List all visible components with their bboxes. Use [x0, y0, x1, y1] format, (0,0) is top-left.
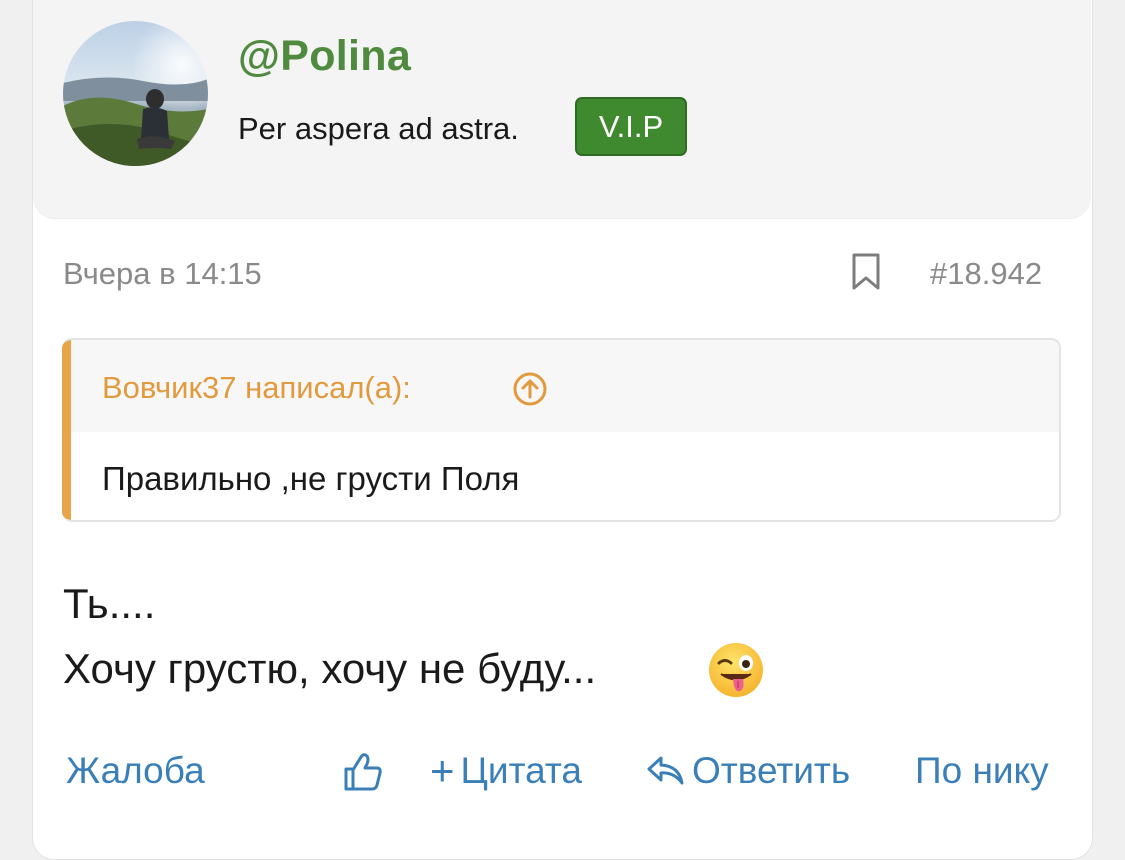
like-button[interactable] [342, 751, 384, 793]
post-timestamp[interactable]: Вчера в 14:15 [63, 256, 262, 292]
quote-block: Вовчик37 написал(а): Правильно ,не груст… [62, 338, 1061, 522]
message-line-2: Хочу грустю, хочу не буду... [63, 645, 597, 692]
report-link[interactable]: Жалоба [66, 750, 205, 792]
message-line-1: Ть.... [63, 580, 156, 627]
user-title: Per aspera ad astra. [238, 111, 519, 146]
avatar[interactable] [63, 21, 208, 166]
plus-icon: + [430, 747, 455, 794]
by-nick-button[interactable]: По нику [915, 750, 1049, 792]
reply-button-label: Ответить [692, 750, 851, 791]
username[interactable]: @Polina [238, 32, 411, 81]
post-number[interactable]: #18.942 [930, 256, 1042, 292]
avatar-image [63, 21, 208, 166]
arrow-up-circle-icon[interactable] [512, 371, 548, 407]
reply-arrow-icon [647, 756, 684, 785]
quote-button-label: Цитата [460, 750, 582, 791]
vip-badge: V.I.P [575, 97, 687, 156]
quote-text: Правильно ,не грусти Поля [102, 460, 520, 497]
reply-button[interactable]: Ответить [646, 750, 850, 792]
bookmark-icon[interactable] [851, 253, 881, 291]
winking-face-with-tongue-icon [707, 641, 765, 699]
quote-accent-bar [62, 340, 71, 520]
quote-button[interactable]: + Цитата [430, 750, 582, 792]
quote-author[interactable]: Вовчик37 написал(а): [102, 370, 411, 406]
thumbs-up-icon [344, 753, 382, 791]
